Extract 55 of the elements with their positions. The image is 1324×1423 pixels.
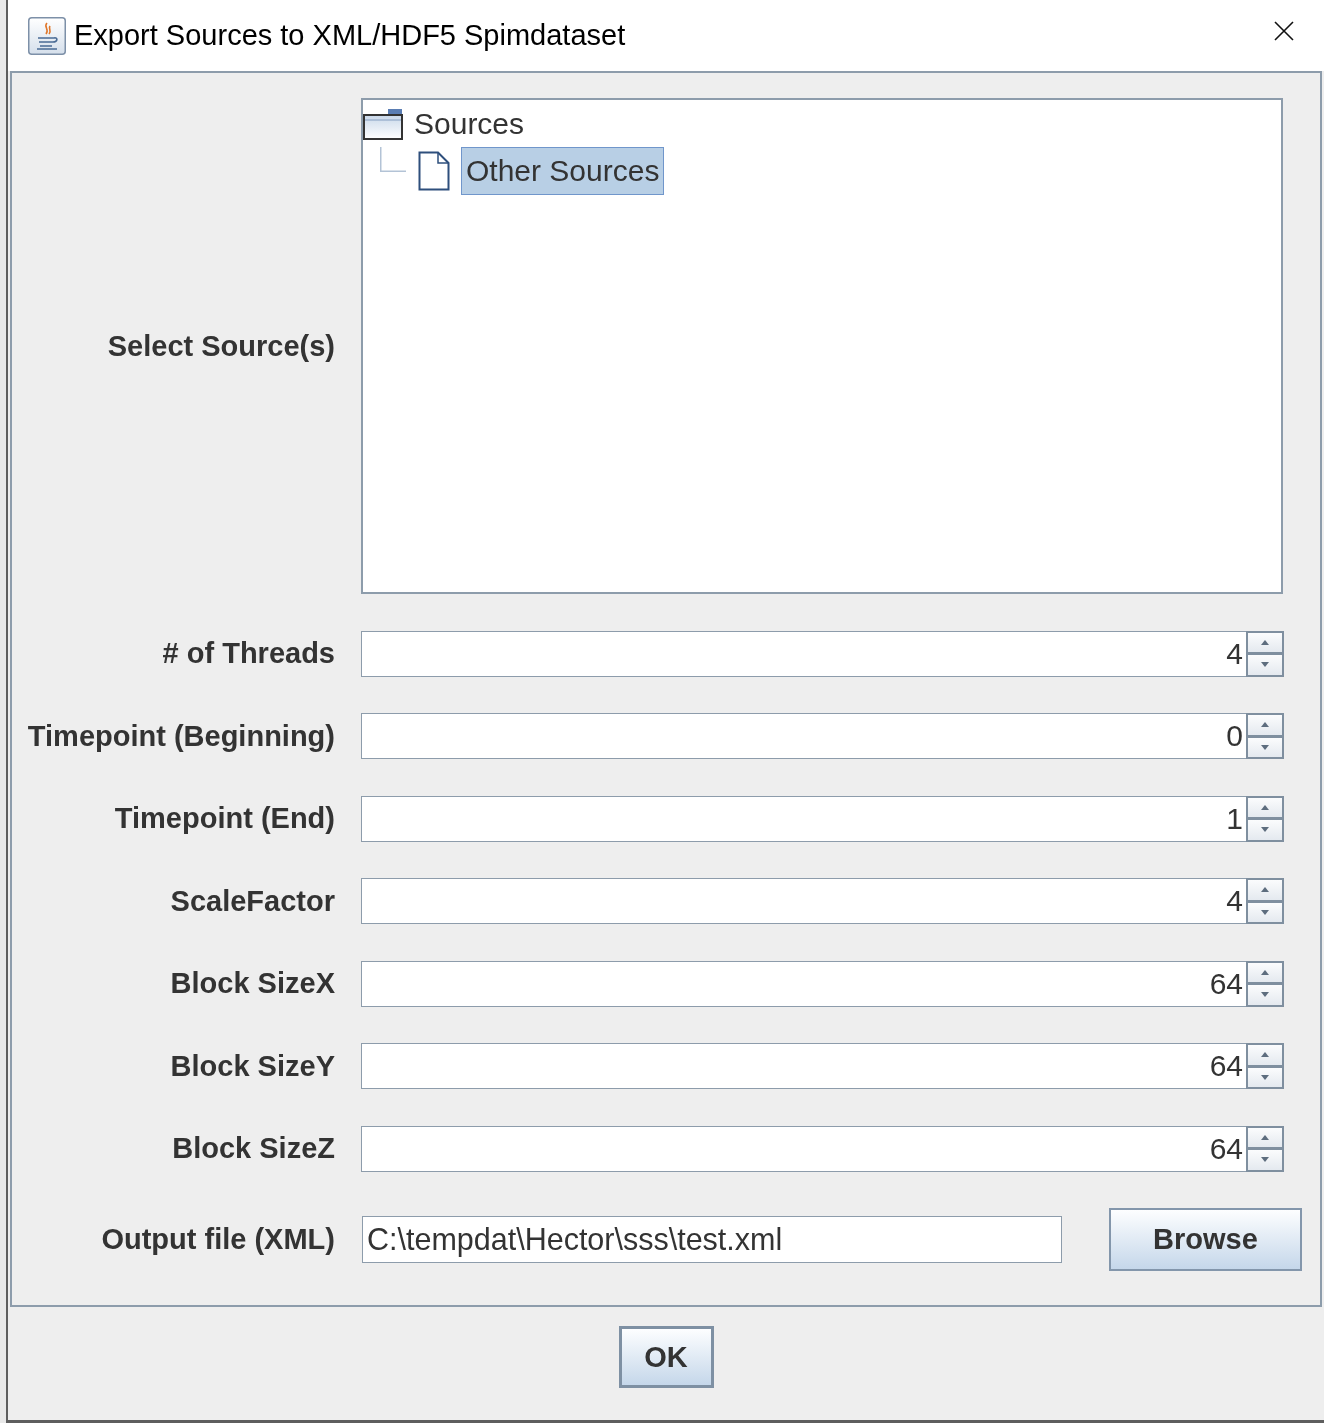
number-field[interactable]: 0 — [361, 713, 1246, 759]
field-label: Block SizeZ — [172, 1132, 335, 1165]
field-label: ScaleFactor — [170, 884, 335, 918]
coffee-cup-icon — [28, 16, 66, 55]
browse-button[interactable]: Browse — [1109, 1208, 1302, 1271]
increment-button[interactable] — [1246, 960, 1284, 984]
caret-up-icon — [1261, 969, 1269, 975]
caret-up-icon — [1261, 1134, 1269, 1140]
increment-button[interactable] — [1246, 1043, 1284, 1067]
decrement-button[interactable] — [1246, 1066, 1284, 1089]
tree-connector-line — [380, 147, 406, 172]
field-label: # of Threads — [162, 637, 335, 670]
folder-icon — [363, 107, 403, 140]
caret-down-icon — [1261, 1074, 1269, 1080]
caret-up-icon — [1261, 722, 1269, 728]
file-icon — [418, 150, 450, 191]
number-field[interactable]: 4 — [361, 630, 1246, 677]
caret-down-icon — [1261, 1157, 1269, 1163]
window-title: Export Sources to XML/HDF5 Spimdataset — [74, 19, 627, 52]
file-path-field[interactable]: C:\tempdat\Hector\sss\test.xml — [362, 1216, 1062, 1263]
decrement-button[interactable] — [1246, 984, 1284, 1007]
number-field[interactable]: 1 — [361, 795, 1246, 842]
tree-node-label[interactable]: Other Sources — [461, 146, 665, 195]
caret-up-icon — [1261, 1052, 1269, 1058]
field-label: Timepoint (End) — [114, 802, 335, 835]
number-field[interactable]: 64 — [361, 1125, 1246, 1172]
number-field[interactable]: 64 — [361, 1043, 1246, 1089]
caret-up-icon — [1261, 887, 1269, 893]
number-field[interactable]: 64 — [361, 960, 1246, 1007]
decrement-button[interactable] — [1246, 819, 1284, 842]
increment-button[interactable] — [1246, 713, 1284, 737]
field-label: Timepoint (Beginning) — [27, 719, 335, 753]
field-label: Select Source(s) — [107, 329, 335, 363]
number-field[interactable]: 4 — [361, 878, 1246, 924]
close-icon[interactable] — [1274, 20, 1294, 41]
caret-up-icon — [1261, 804, 1269, 810]
field-label: Block SizeY — [170, 1049, 335, 1083]
caret-down-icon — [1261, 992, 1269, 998]
caret-down-icon — [1261, 909, 1269, 915]
decrement-button[interactable] — [1246, 736, 1284, 759]
caret-up-icon — [1261, 639, 1269, 645]
caret-down-icon — [1261, 744, 1269, 750]
decrement-button[interactable] — [1246, 1149, 1284, 1172]
field-label: Block SizeX — [170, 967, 335, 1000]
increment-button[interactable] — [1246, 795, 1284, 819]
caret-down-icon — [1261, 662, 1269, 668]
ok-button[interactable]: OK — [618, 1326, 714, 1388]
field-label: Output file (XML) — [101, 1223, 335, 1256]
decrement-button[interactable] — [1246, 654, 1284, 677]
caret-down-icon — [1261, 827, 1269, 833]
tree-node-label[interactable]: Sources — [409, 99, 530, 148]
increment-button[interactable] — [1246, 878, 1284, 902]
increment-button[interactable] — [1246, 1125, 1284, 1149]
increment-button[interactable] — [1246, 630, 1284, 654]
decrement-button[interactable] — [1246, 901, 1284, 924]
